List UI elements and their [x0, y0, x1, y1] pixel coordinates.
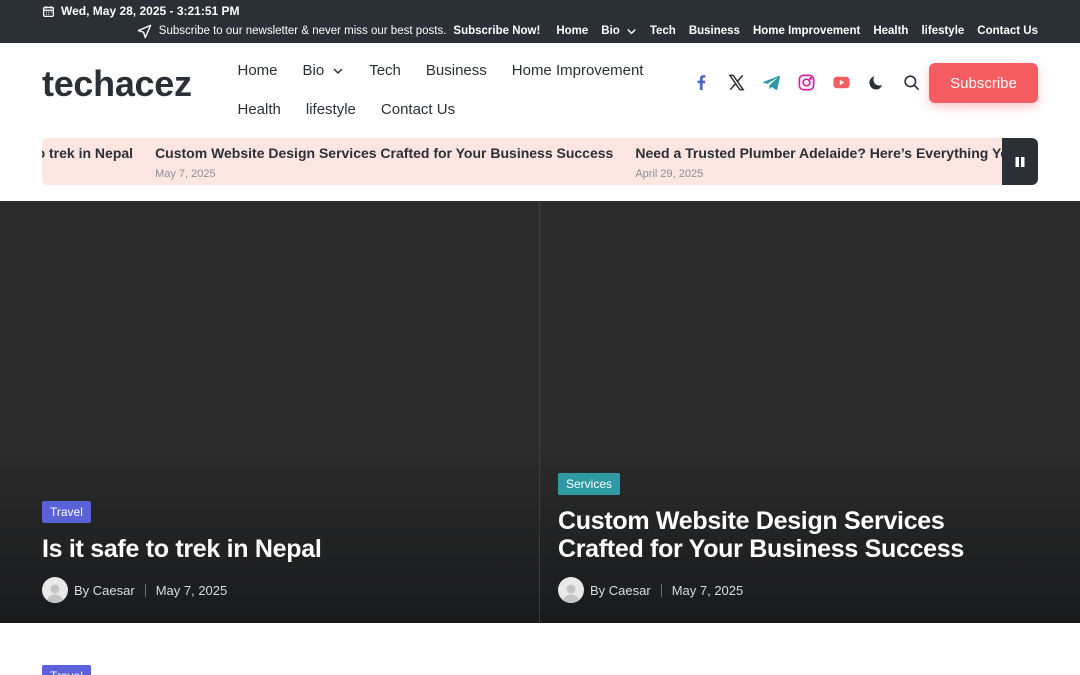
nav-tech-label: Tech	[369, 62, 401, 79]
current-datetime: Wed, May 28, 2025 - 3:21:51 PM	[42, 3, 240, 19]
nav-home-improvement[interactable]: Home Improvement	[499, 51, 656, 90]
top-nav-business[interactable]: Business	[689, 25, 740, 37]
search-icon[interactable]	[900, 71, 922, 93]
category-badge[interactable]: Travel	[42, 665, 91, 675]
promo-text: Subscribe to our newsletter & never miss…	[158, 25, 447, 37]
ticker-item[interactable]: Is it safe to trek in Nepal	[42, 138, 133, 185]
ticker-item-title: Custom Website Design Services Crafted f…	[155, 145, 614, 161]
newsletter-promo: Subscribe to our newsletter & never miss…	[137, 24, 540, 39]
post-meta: By Caesar May 7, 2025	[558, 577, 978, 603]
user-silhouette-icon	[562, 584, 580, 603]
ticker-item-date: May 7, 2025	[155, 168, 216, 180]
nav-home[interactable]: Home	[225, 51, 290, 90]
ticker-item[interactable]: Need a Trusted Plumber Adelaide? Here’s …	[635, 138, 1038, 185]
subscribe-button[interactable]: Subscribe	[929, 63, 1038, 103]
featured-post-card[interactable]: Travel Is it safe to trek in Nepal By Ca…	[0, 201, 539, 623]
top-nav-home-improvement[interactable]: Home Improvement	[753, 25, 860, 37]
avatar	[558, 577, 584, 603]
send-arrow-icon	[137, 24, 152, 38]
pause-icon	[1015, 156, 1025, 167]
dark-mode-moon-icon[interactable]	[865, 71, 887, 93]
header-actions	[690, 71, 922, 93]
ticker-item-title: Is it safe to trek in Nepal	[42, 145, 134, 161]
datetime-text: Wed, May 28, 2025 - 3:21:51 PM	[61, 4, 240, 18]
nav-lifestyle-label: lifestyle	[305, 101, 356, 118]
ticker-item-date: April 29, 2025	[635, 168, 704, 180]
post-date: May 7, 2025	[671, 582, 744, 598]
top-nav-contact-us[interactable]: Contact Us	[977, 25, 1038, 37]
top-bar: Wed, May 28, 2025 - 3:21:51 PM Subscribe…	[0, 0, 1080, 43]
top-nav: Home Bio Tech Business Home Improvement …	[556, 25, 1038, 37]
nav-health-label: Health	[237, 101, 281, 118]
site-header: techacez Home Bio Tech Business Home Imp…	[0, 43, 1080, 133]
nav-contact-us-label: Contact Us	[380, 101, 456, 118]
post-author[interactable]: By Caesar	[590, 583, 651, 598]
youtube-icon[interactable]	[830, 71, 852, 93]
category-badge[interactable]: Travel	[42, 501, 91, 523]
nav-home-improvement-label: Home Improvement	[511, 62, 644, 79]
top-nav-tech[interactable]: Tech	[650, 25, 676, 37]
nav-bio[interactable]: Bio	[290, 51, 357, 90]
ticker-track: Is it safe to trek in Nepal Custom Websi…	[42, 138, 1038, 185]
nav-health[interactable]: Health	[225, 90, 293, 129]
featured-post-card[interactable]: Services Custom Website Design Services …	[539, 201, 1080, 623]
x-twitter-icon[interactable]	[725, 71, 747, 93]
chevron-down-icon	[333, 67, 343, 74]
telegram-icon[interactable]	[760, 71, 782, 93]
ticker-item-title: Need a Trusted Plumber Adelaide? Here’s …	[635, 145, 1038, 161]
nav-bio-label: Bio	[302, 62, 325, 79]
nav-tech[interactable]: Tech	[357, 51, 414, 90]
avatar	[42, 577, 68, 603]
ticker-pause-button[interactable]	[1002, 138, 1038, 185]
main-nav: Home Bio Tech Business Home Improvement …	[225, 51, 665, 129]
top-nav-bio[interactable]: Bio	[601, 25, 637, 37]
featured-posts: Travel Is it safe to trek in Nepal By Ca…	[0, 201, 1080, 623]
nav-business-label: Business	[425, 62, 487, 79]
post-title[interactable]: Is it safe to trek in Nepal	[42, 535, 322, 563]
top-nav-lifestyle[interactable]: lifestyle	[921, 25, 964, 37]
facebook-icon[interactable]	[690, 71, 712, 93]
site-logo[interactable]: techacez	[42, 63, 192, 105]
post-title[interactable]: Custom Website Design Services Crafted f…	[558, 507, 978, 563]
post-meta: By Caesar May 7, 2025	[42, 577, 322, 603]
post-date: May 7, 2025	[155, 582, 228, 598]
subscribe-now-link[interactable]: Subscribe Now!	[453, 25, 540, 37]
nav-contact-us[interactable]: Contact Us	[368, 90, 467, 129]
nav-home-label: Home	[237, 62, 278, 79]
post-author[interactable]: By Caesar	[74, 583, 135, 598]
news-ticker: Is it safe to trek in Nepal Custom Websi…	[42, 138, 1038, 185]
top-nav-health[interactable]: Health	[873, 25, 908, 37]
nav-lifestyle[interactable]: lifestyle	[293, 90, 368, 129]
nav-business[interactable]: Business	[413, 51, 499, 90]
instagram-icon[interactable]	[795, 71, 817, 93]
top-nav-home[interactable]: Home	[556, 25, 588, 37]
category-badge[interactable]: Services	[558, 473, 621, 495]
top-nav-bio-label: Bio	[601, 25, 620, 37]
meta-divider	[144, 583, 146, 597]
ticker-item[interactable]: Custom Website Design Services Crafted f…	[155, 138, 613, 185]
user-silhouette-icon	[46, 584, 64, 603]
calendar-icon	[42, 5, 55, 17]
meta-divider	[660, 583, 662, 597]
chevron-down-icon	[627, 28, 636, 34]
